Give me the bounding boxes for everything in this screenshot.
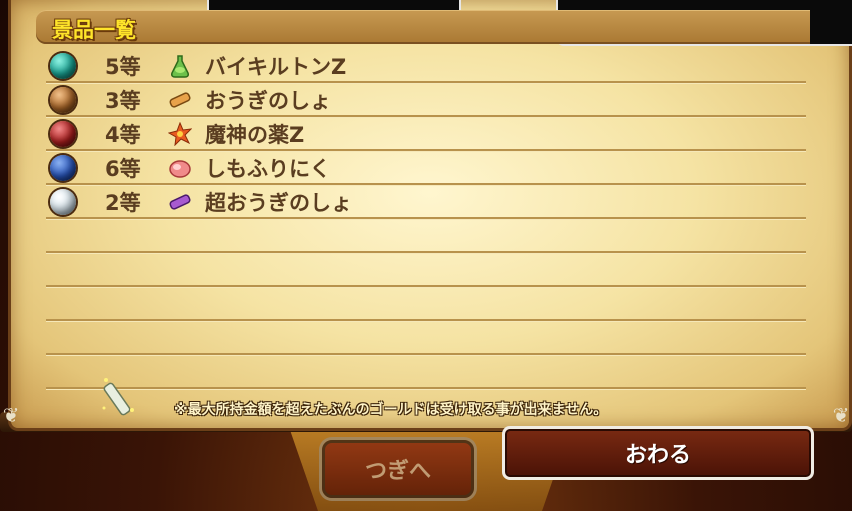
teal-orb-icon bbox=[50, 53, 76, 79]
ruled-line bbox=[46, 319, 806, 321]
ruled-line bbox=[46, 353, 806, 355]
red-orb-icon bbox=[50, 121, 76, 147]
prize-rank: 5等 bbox=[105, 55, 141, 79]
ruled-line bbox=[46, 285, 806, 287]
prize-name: 超おうぎのしょ bbox=[205, 191, 352, 215]
prize-row: 3等 おうぎのしょ bbox=[50, 84, 806, 116]
ornament-right-icon: ❦ bbox=[832, 403, 850, 427]
panel-title: 景品一覧 bbox=[52, 18, 136, 42]
prize-row: 2等 超おうぎのしょ bbox=[50, 186, 806, 218]
prize-name: バイキルトンZ bbox=[205, 55, 347, 79]
prize-row: 4等 魔神の薬Z bbox=[50, 118, 806, 150]
prize-row: 6等 しもふりにく bbox=[50, 152, 806, 184]
prize-rank: 4等 bbox=[105, 123, 141, 147]
prize-rank: 6等 bbox=[105, 157, 141, 181]
blue-orb-icon bbox=[50, 155, 76, 181]
meat-icon bbox=[167, 155, 193, 181]
star-burst-icon bbox=[167, 121, 193, 147]
white-orb-icon bbox=[50, 189, 76, 215]
close-button-label: おわる bbox=[624, 443, 691, 468]
prize-name: おうぎのしょ bbox=[205, 89, 331, 113]
prize-name: 魔神の薬Z bbox=[205, 123, 305, 147]
panel-header: 景品一覧 bbox=[36, 10, 810, 44]
ruled-line bbox=[46, 251, 806, 253]
prize-rank: 3等 bbox=[105, 89, 141, 113]
close-button[interactable]: おわる bbox=[502, 426, 814, 480]
next-button-label: つぎへ bbox=[364, 459, 431, 484]
flask-icon bbox=[167, 53, 193, 79]
prize-rank: 2等 bbox=[105, 191, 141, 215]
ruled-line bbox=[46, 387, 806, 389]
ornament-left-icon: ❦ bbox=[2, 403, 20, 427]
gold-limit-notice: ※最大所持金額を超えたぶんのゴールドは受け取る事が出来ません。 bbox=[174, 402, 608, 418]
next-button[interactable]: つぎへ bbox=[322, 440, 474, 498]
purple-scroll-icon bbox=[167, 189, 193, 215]
prize-row: 5等 バイキルトンZ bbox=[50, 50, 806, 82]
hourglass-icon bbox=[98, 372, 142, 422]
bronze-orb-icon bbox=[50, 87, 76, 113]
prize-name: しもふりにく bbox=[205, 157, 331, 181]
scroll-icon bbox=[167, 87, 193, 113]
